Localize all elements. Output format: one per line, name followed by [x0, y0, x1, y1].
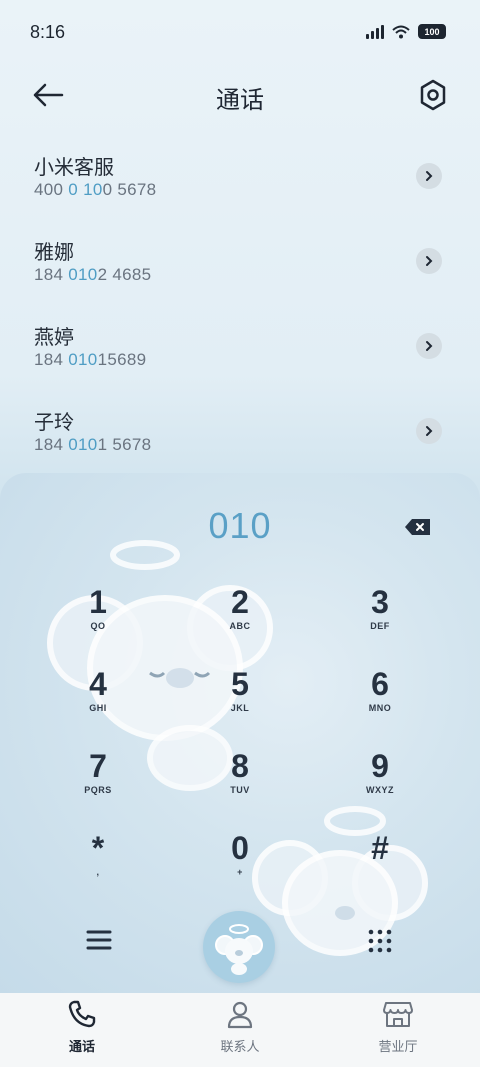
chevron-right-icon[interactable] — [416, 333, 442, 359]
contact-number: 184 0102 4685 — [34, 265, 152, 284]
backspace-icon[interactable] — [404, 517, 432, 537]
dial-key-hash[interactable]: # — [320, 831, 440, 901]
dial-key-4[interactable]: 4 GHI — [38, 667, 158, 737]
person-icon — [227, 1001, 253, 1029]
call-row[interactable]: 小米客服 400 0 100 5678 — [0, 135, 480, 220]
dial-key-0[interactable]: 0 + — [180, 831, 300, 901]
status-time: 8:16 — [30, 22, 66, 42]
tab-label: 通话 — [68, 1039, 95, 1054]
tab-label: 营业厅 — [378, 1039, 418, 1054]
page-title: 通话 — [216, 87, 264, 114]
call-row[interactable]: 燕婷 184 01015689 — [0, 305, 480, 390]
bottom-nav: 通话 联系人 营业厅 — [0, 993, 480, 1067]
contact-name: 燕婷 — [34, 327, 74, 349]
contact-number: 184 0101 5678 — [34, 435, 152, 454]
chevron-right-icon[interactable] — [416, 163, 442, 189]
call-list: 小米客服 400 0 100 5678 雅娜 184 0102 4685 燕婷 … — [0, 135, 480, 475]
dialer-panel: 010 1 QO 2 ABC 3 DEF 4 GHI 5 JKL 6 MNO 7 PQRS 8… — [0, 473, 480, 993]
chevron-right-icon[interactable] — [416, 418, 442, 444]
dial-key-3[interactable]: 3 DEF — [320, 585, 440, 655]
dial-key-star[interactable]: *, — [38, 831, 158, 901]
dial-key-6[interactable]: 6 MNO — [320, 667, 440, 737]
dial-key-7[interactable]: 7 PQRS — [38, 749, 158, 819]
call-row[interactable]: 子玲 184 0101 5678 — [0, 390, 480, 475]
contact-number: 400 0 100 5678 — [34, 180, 157, 199]
dial-key-2[interactable]: 2 ABC — [180, 585, 300, 655]
signal-icon — [366, 24, 384, 39]
koala-call-icon — [215, 924, 263, 975]
call-button[interactable] — [203, 911, 275, 983]
header: 通话 — [0, 70, 480, 120]
tab-service-hall[interactable]: 营业厅 — [338, 999, 458, 1055]
phone-icon — [68, 1000, 96, 1028]
call-row[interactable]: 雅娜 184 0102 4685 — [0, 220, 480, 305]
dial-key-9[interactable]: 9 WXYZ — [320, 749, 440, 819]
battery-icon: 100 — [418, 24, 446, 39]
settings-hexagon-icon[interactable] — [418, 78, 448, 112]
contact-number: 184 01015689 — [34, 350, 147, 369]
dial-key-1[interactable]: 1 QO — [38, 585, 158, 655]
tab-contacts[interactable]: 联系人 — [180, 999, 300, 1055]
chevron-right-icon[interactable] — [416, 248, 442, 274]
status-bar: 8:16 100 — [0, 0, 480, 66]
status-icons: 100 — [366, 24, 446, 39]
store-icon — [383, 1002, 413, 1027]
wifi-icon — [392, 25, 410, 38]
menu-icon[interactable] — [86, 928, 112, 952]
dial-key-8[interactable]: 8 TUV — [180, 749, 300, 819]
tab-label: 联系人 — [220, 1039, 260, 1054]
dialpad-icon[interactable] — [367, 928, 393, 954]
contact-name: 小米客服 — [34, 157, 114, 179]
dial-key-5[interactable]: 5 JKL — [180, 667, 300, 737]
contact-name: 子玲 — [34, 412, 74, 434]
contact-name: 雅娜 — [34, 242, 74, 264]
tab-calls[interactable]: 通话 — [22, 999, 142, 1055]
